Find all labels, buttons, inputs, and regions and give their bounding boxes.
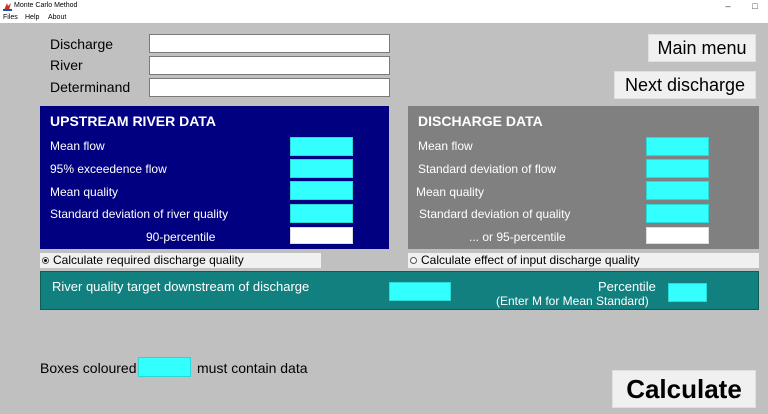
calc-required-option[interactable]: Calculate required discharge quality	[40, 253, 321, 268]
discharge-mean-flow-input[interactable]	[646, 137, 709, 156]
percentile-input[interactable]	[668, 283, 707, 302]
target-value-input[interactable]	[389, 282, 451, 301]
upstream-sd-quality-input[interactable]	[290, 204, 353, 223]
calc-effect-option[interactable]: Calculate effect of input discharge qual…	[408, 253, 759, 268]
upstream-exceedence-flow-input[interactable]	[290, 159, 353, 178]
menu-about[interactable]: About	[48, 12, 66, 23]
calc-effect-label: Calculate effect of input discharge qual…	[421, 253, 640, 267]
determinand-label: Determinand	[50, 79, 131, 95]
discharge-sd-quality-label: Standard deviation of quality	[419, 207, 571, 221]
upstream-exceedence-flow-label: 95% exceedence flow	[50, 162, 167, 176]
discharge-mean-quality-input[interactable]	[646, 181, 709, 200]
menu-bar	[0, 12, 768, 23]
legend-color-swatch	[138, 357, 191, 377]
maximize-button[interactable]: □	[746, 0, 764, 12]
discharge-mean-quality-label: Mean quality	[416, 185, 485, 199]
app-icon	[3, 2, 12, 11]
discharge-label: Discharge	[50, 36, 114, 52]
calc-required-label: Calculate required discharge quality	[53, 253, 244, 267]
river-input[interactable]	[149, 56, 390, 75]
discharge-title: DISCHARGE DATA	[418, 113, 543, 129]
river-label: River	[50, 57, 83, 73]
menu-help[interactable]: Help	[25, 12, 39, 23]
window-title: Monte Carlo Method	[14, 2, 78, 9]
upstream-90-percentile-label: 90-percentile	[146, 230, 216, 244]
discharge-95-percentile-input[interactable]	[646, 227, 709, 244]
radio-unselected-icon[interactable]	[410, 257, 417, 264]
upstream-title: UPSTREAM RIVER DATA	[50, 113, 216, 129]
legend-suffix: must contain data	[197, 360, 308, 376]
discharge-sd-flow-label: Standard deviation of flow	[418, 162, 557, 176]
upstream-mean-quality-input[interactable]	[290, 181, 353, 200]
legend-prefix: Boxes coloured	[40, 360, 137, 376]
target-label: River quality target downstream of disch…	[52, 279, 310, 294]
minimize-button[interactable]: –	[719, 0, 737, 12]
determinand-input[interactable]	[149, 78, 390, 97]
radio-selected-icon[interactable]	[42, 257, 49, 264]
percentile-hint: (Enter M for Mean Standard)	[496, 294, 649, 308]
main-menu-button[interactable]: Main menu	[648, 34, 756, 62]
upstream-mean-flow-input[interactable]	[290, 137, 353, 156]
title-bar	[0, 0, 768, 12]
upstream-sd-quality-label: Standard deviation of river quality	[50, 207, 229, 221]
upstream-90-percentile-input[interactable]	[290, 227, 353, 244]
discharge-sd-quality-input[interactable]	[646, 204, 709, 223]
upstream-mean-quality-label: Mean quality	[50, 185, 119, 199]
upstream-mean-flow-label: Mean flow	[50, 139, 105, 153]
discharge-mean-flow-label: Mean flow	[418, 139, 473, 153]
calculate-button[interactable]: Calculate	[612, 370, 756, 408]
discharge-input[interactable]	[149, 34, 390, 53]
discharge-95-percentile-label: ... or 95-percentile	[469, 230, 566, 244]
discharge-sd-flow-input[interactable]	[646, 159, 709, 178]
menu-files[interactable]: Files	[3, 12, 18, 23]
next-discharge-button[interactable]: Next discharge	[614, 71, 756, 99]
